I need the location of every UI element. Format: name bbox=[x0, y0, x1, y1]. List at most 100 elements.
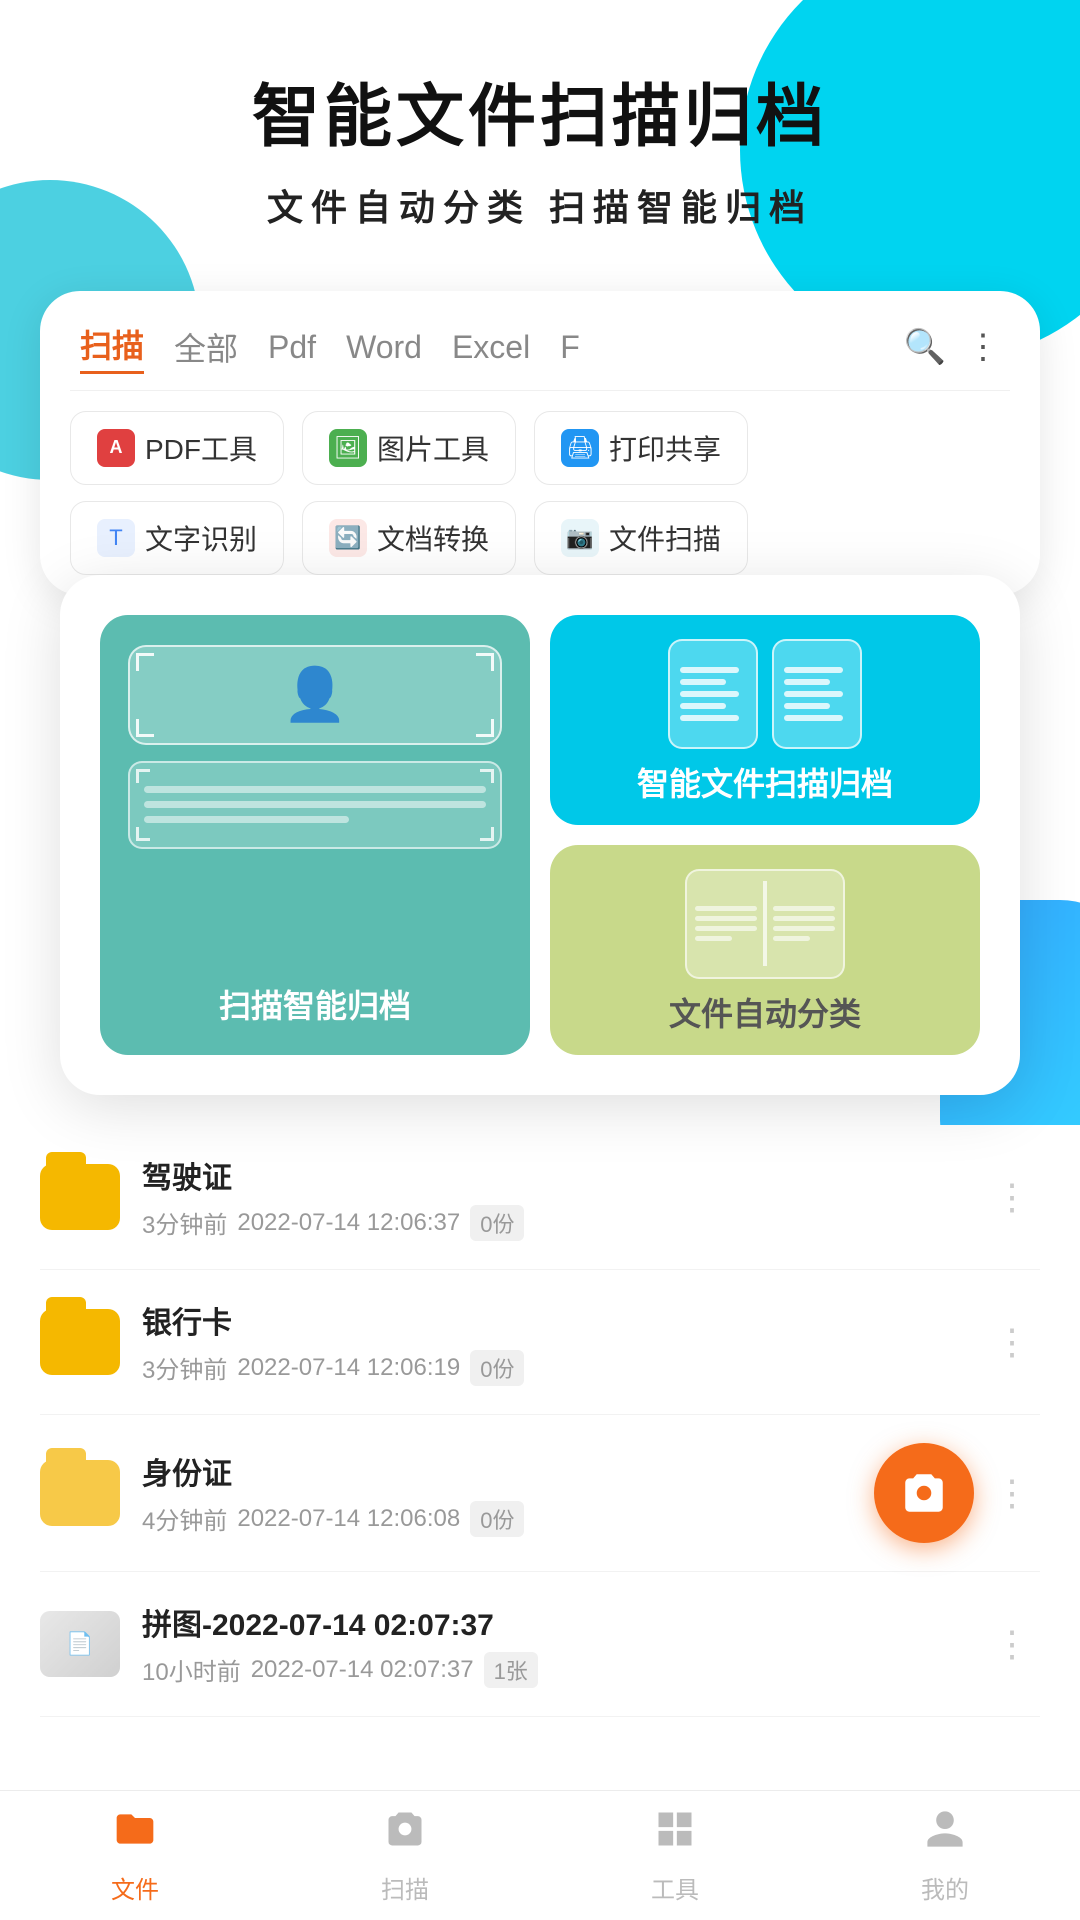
list-item[interactable]: 驾驶证 3分钟前 2022-07-14 12:06:37 0份 ⋮ bbox=[40, 1125, 1040, 1270]
main-title: 智能文件扫描归档 bbox=[60, 80, 1020, 155]
header-section: 智能文件扫描归档 文件自动分类 扫描智能归档 bbox=[0, 0, 1080, 271]
tools-nav-icon bbox=[653, 1807, 697, 1862]
nav-item-tools[interactable]: 工具 bbox=[651, 1807, 699, 1905]
corner-br2 bbox=[480, 827, 494, 841]
folder-icon-shenfenzheng bbox=[40, 1460, 120, 1526]
doc-convert-icon: 🔄 bbox=[329, 519, 367, 557]
date: 2022-07-14 12:06:08 bbox=[237, 1505, 460, 1533]
list-item[interactable]: 银行卡 3分钟前 2022-07-14 12:06:19 0份 ⋮ bbox=[40, 1270, 1040, 1415]
count-badge: 1张 bbox=[484, 1652, 538, 1688]
thumb-inner: 📄 bbox=[40, 1611, 120, 1677]
file-scan-label: 文件扫描 bbox=[609, 518, 721, 558]
feature-grid: 👤 扫描智能归档 bbox=[100, 615, 980, 1055]
profile-nav-label: 我的 bbox=[921, 1870, 969, 1905]
camera-nav-icon bbox=[383, 1807, 427, 1862]
item-name: 银行卡 bbox=[142, 1298, 962, 1342]
list-section: 驾驶证 3分钟前 2022-07-14 12:06:37 0份 ⋮ 银行卡 3分… bbox=[0, 1125, 1080, 1717]
pdf-icon: A bbox=[97, 429, 135, 467]
item-name: 驾驶证 bbox=[142, 1153, 962, 1197]
doc-convert-label: 文档转换 bbox=[377, 518, 489, 558]
user-nav-icon bbox=[923, 1807, 967, 1862]
bottom-nav: 文件 扫描 工具 我的 bbox=[0, 1790, 1080, 1920]
more-button[interactable]: ⋮ bbox=[984, 1311, 1040, 1373]
list-area: 驾驶证 3分钟前 2022-07-14 12:06:37 0份 ⋮ 银行卡 3分… bbox=[0, 1125, 1080, 1857]
file-scan-button[interactable]: 📷 文件扫描 bbox=[534, 501, 748, 575]
fab-camera-button[interactable] bbox=[874, 1443, 974, 1543]
tabs-icons: 🔍 ⋮ bbox=[904, 327, 1000, 367]
tools-nav-label: 工具 bbox=[651, 1870, 699, 1905]
time-ago: 3分钟前 bbox=[142, 1350, 227, 1385]
tab-pdf[interactable]: Pdf bbox=[268, 329, 316, 366]
item-name: 拼图-2022-07-14 02:07:37 bbox=[142, 1600, 962, 1644]
item-meta: 4分钟前 2022-07-14 12:06:08 0份 bbox=[142, 1501, 852, 1537]
list-info-yinhangka: 银行卡 3分钟前 2022-07-14 12:06:19 0份 bbox=[142, 1298, 962, 1386]
time-ago: 3分钟前 bbox=[142, 1205, 227, 1240]
image-tools-label: 图片工具 bbox=[377, 428, 489, 468]
corner-tr2 bbox=[480, 769, 494, 783]
item-meta: 10小时前 2022-07-14 02:07:37 1张 bbox=[142, 1652, 962, 1688]
corner-tl bbox=[136, 653, 154, 671]
count-badge: 0份 bbox=[470, 1350, 524, 1386]
nav-item-files[interactable]: 文件 bbox=[111, 1807, 159, 1905]
doc-icons-row bbox=[668, 639, 862, 749]
list-item[interactable]: 身份证 4分钟前 2022-07-14 12:06:08 0份 ⋮ bbox=[40, 1415, 1040, 1572]
image-tools-button[interactable]: 🖼 图片工具 bbox=[302, 411, 516, 485]
tab-scan[interactable]: 扫描 bbox=[80, 321, 144, 374]
folder-icon-jiashizheng bbox=[40, 1164, 120, 1230]
tabs-row: 扫描 全部 Pdf Word Excel F 🔍 ⋮ bbox=[70, 321, 1010, 391]
nav-item-profile[interactable]: 我的 bbox=[921, 1807, 969, 1905]
right-tiles: 智能文件扫描归档 bbox=[550, 615, 980, 1055]
pdf-tools-label: PDF工具 bbox=[145, 428, 257, 468]
folder-icon-yinhangka bbox=[40, 1309, 120, 1375]
more-button[interactable]: ⋮ bbox=[984, 1166, 1040, 1228]
tab-all[interactable]: 全部 bbox=[174, 324, 238, 370]
doc-convert-button[interactable]: 🔄 文档转换 bbox=[302, 501, 516, 575]
scan-line-3 bbox=[144, 816, 349, 823]
id-icon: 👤 bbox=[283, 664, 348, 725]
scan-line-1 bbox=[144, 786, 486, 793]
file-nav-icon bbox=[113, 1807, 157, 1862]
more-icon[interactable]: ⋮ bbox=[966, 327, 1000, 367]
camera-fab-icon bbox=[899, 1468, 949, 1518]
time-ago: 4分钟前 bbox=[142, 1501, 227, 1536]
app-card: 扫描 全部 Pdf Word Excel F 🔍 ⋮ A PDF工具 🖼 图片工… bbox=[40, 291, 1040, 595]
tools-row-1: A PDF工具 🖼 图片工具 🖨 打印共享 bbox=[70, 411, 1010, 485]
file-scan-icon: 📷 bbox=[561, 519, 599, 557]
tab-excel[interactable]: Excel bbox=[452, 329, 530, 366]
doc-icon-1 bbox=[668, 639, 758, 749]
files-nav-label: 文件 bbox=[111, 1870, 159, 1905]
scan-illustration: 👤 bbox=[128, 645, 502, 849]
text-scan-icon: T bbox=[97, 519, 135, 557]
list-info-pinjitu: 拼图-2022-07-14 02:07:37 10小时前 2022-07-14 … bbox=[142, 1600, 962, 1688]
count-badge: 0份 bbox=[470, 1205, 524, 1241]
scan-archive-tile[interactable]: 👤 扫描智能归档 bbox=[100, 615, 530, 1055]
search-icon[interactable]: 🔍 bbox=[904, 327, 946, 367]
list-info-jiashizheng: 驾驶证 3分钟前 2022-07-14 12:06:37 0份 bbox=[142, 1153, 962, 1241]
corner-bl2 bbox=[136, 827, 150, 841]
text-scan-button[interactable]: T 文字识别 bbox=[70, 501, 284, 575]
print-tools-button[interactable]: 🖨 打印共享 bbox=[534, 411, 748, 485]
scan-line-2 bbox=[144, 801, 486, 808]
date: 2022-07-14 12:06:37 bbox=[237, 1209, 460, 1237]
tab-word[interactable]: Word bbox=[346, 329, 422, 366]
list-info-shenfenzheng: 身份证 4分钟前 2022-07-14 12:06:08 0份 bbox=[142, 1449, 852, 1537]
item-meta: 3分钟前 2022-07-14 12:06:37 0份 bbox=[142, 1205, 962, 1241]
nav-item-scan[interactable]: 扫描 bbox=[381, 1807, 429, 1905]
auto-classify-label: 文件自动分类 bbox=[669, 989, 861, 1035]
print-tools-label: 打印共享 bbox=[609, 428, 721, 468]
scan-nav-label: 扫描 bbox=[381, 1870, 429, 1905]
feature-card: 👤 扫描智能归档 bbox=[60, 575, 1020, 1095]
tab-f[interactable]: F bbox=[560, 329, 580, 366]
pdf-tools-button[interactable]: A PDF工具 bbox=[70, 411, 284, 485]
list-item[interactable]: 📄 拼图-2022-07-14 02:07:37 10小时前 2022-07-1… bbox=[40, 1572, 1040, 1717]
item-name: 身份证 bbox=[142, 1449, 852, 1493]
more-button[interactable]: ⋮ bbox=[984, 1613, 1040, 1675]
id-card-illus: 👤 bbox=[128, 645, 502, 745]
image-icon: 🖼 bbox=[329, 429, 367, 467]
corner-tr bbox=[476, 653, 494, 671]
more-button[interactable]: ⋮ bbox=[984, 1462, 1040, 1524]
smart-scan-tile[interactable]: 智能文件扫描归档 bbox=[550, 615, 980, 825]
smart-scan-label: 智能文件扫描归档 bbox=[637, 759, 893, 805]
auto-classify-tile[interactable]: 文件自动分类 bbox=[550, 845, 980, 1055]
time-ago: 10小时前 bbox=[142, 1652, 241, 1687]
